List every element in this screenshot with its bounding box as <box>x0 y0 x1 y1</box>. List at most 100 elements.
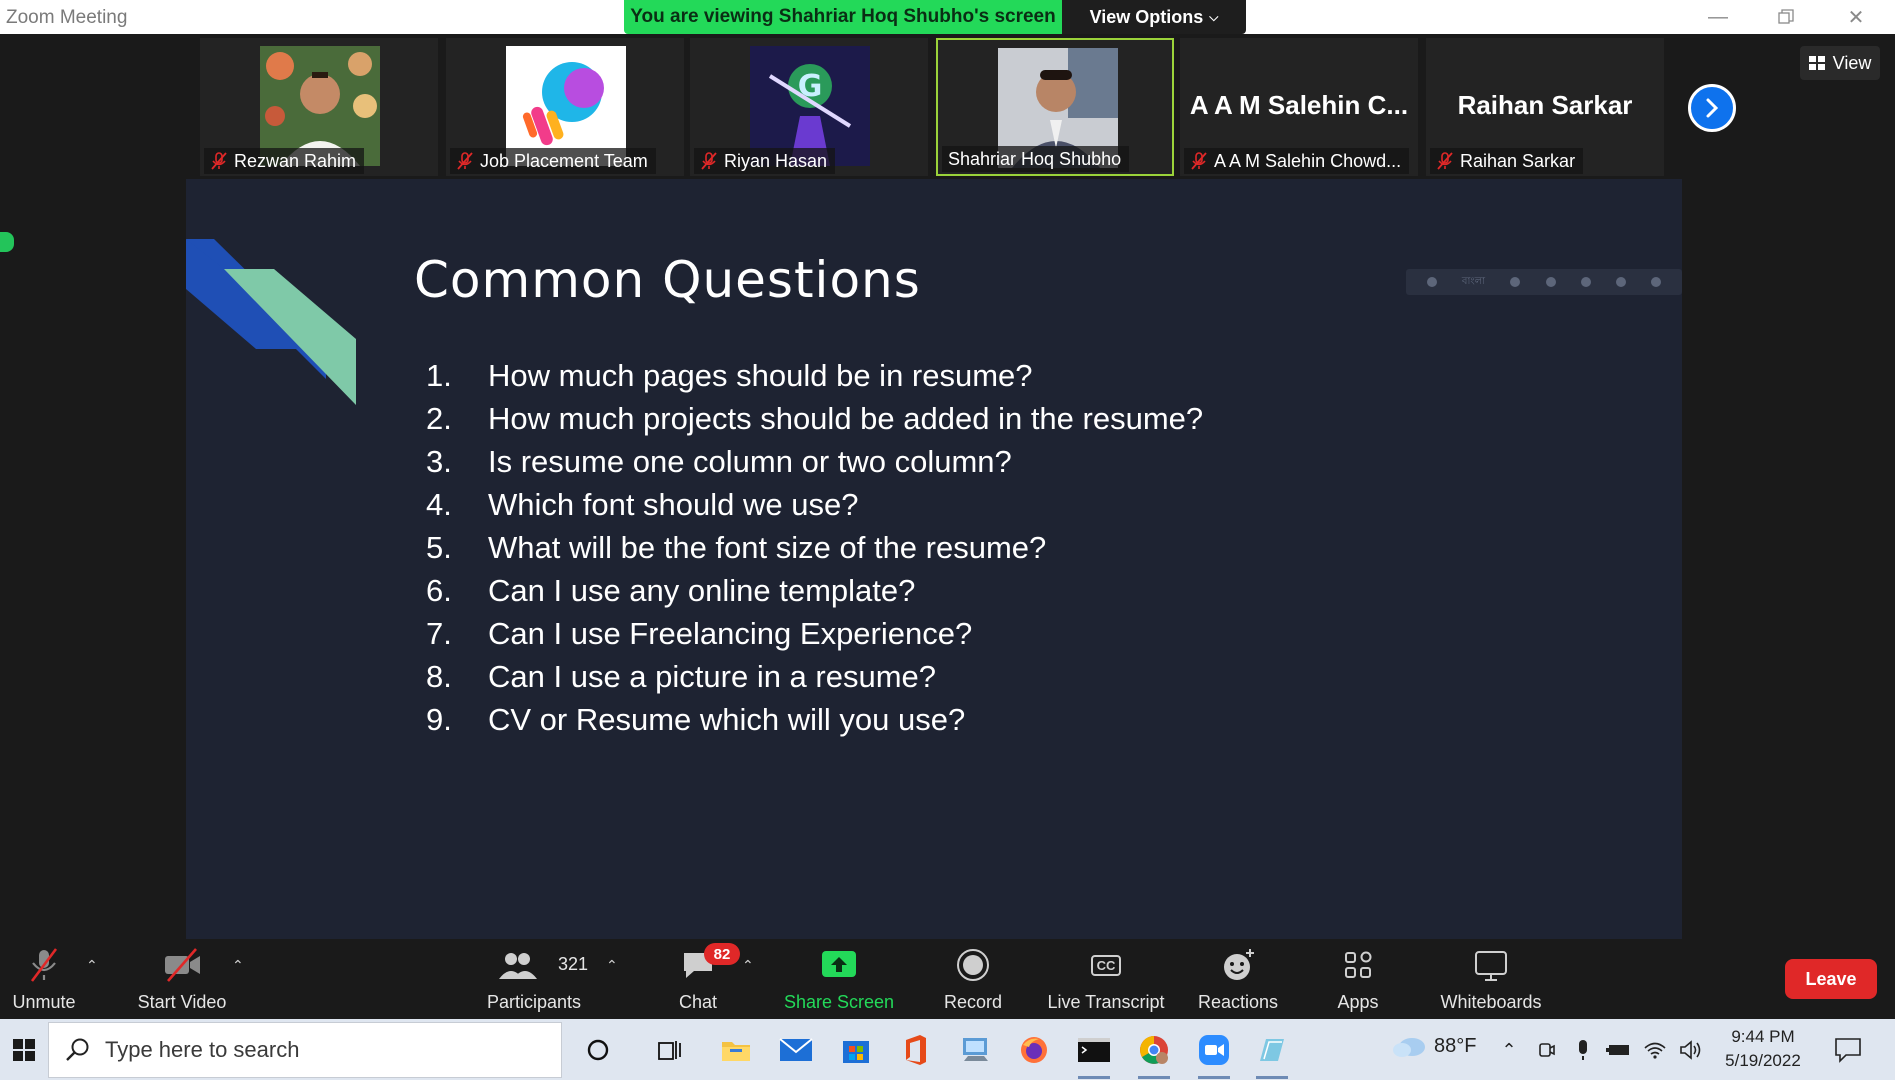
minimize-button[interactable]: — <box>1684 0 1752 34</box>
file-explorer-app[interactable] <box>712 1027 760 1073</box>
participants-icon <box>499 953 538 979</box>
zoom-app[interactable] <box>1190 1027 1238 1079</box>
mail-app[interactable] <box>772 1027 820 1073</box>
firefox-app[interactable] <box>1010 1027 1058 1073</box>
taskbar-search[interactable] <box>48 1022 562 1078</box>
video-options-caret[interactable]: ⌃ <box>232 957 244 974</box>
show-hidden-icons-button[interactable]: ⌃ <box>1496 1037 1522 1063</box>
apps-button[interactable]: Apps <box>1318 939 1398 1019</box>
muted-mic-icon <box>457 152 473 170</box>
list-item: 5. What will be the font size of the resu… <box>426 529 1047 565</box>
slide-title: Common Questions <box>414 251 921 309</box>
microphone-icon <box>1579 1040 1587 1060</box>
windows-logo-icon <box>13 1038 35 1061</box>
close-icon: ✕ <box>1847 6 1865 29</box>
audio-options-caret[interactable]: ⌃ <box>86 957 98 974</box>
participant-name-tag: Job Placement Team <box>450 148 656 174</box>
participant-tile[interactable]: Job Placement Team <box>446 38 684 176</box>
reactions-button[interactable]: Reactions <box>1190 939 1286 1019</box>
view-options-label: View Options <box>1089 6 1204 27</box>
zoom-icon <box>1199 1035 1229 1065</box>
participants-options-caret[interactable]: ⌃ <box>606 957 618 974</box>
share-screen-button[interactable]: Share Screen <box>776 939 902 1019</box>
battery-icon <box>1606 1045 1629 1055</box>
participant-tile-active[interactable]: Shahriar Hoq Shubho <box>936 38 1174 176</box>
task-view-icon <box>658 1041 681 1060</box>
participant-display-name: A A M Salehin C... <box>1189 90 1409 120</box>
meeting-toolbar: Unmute ⌃ Start Video ⌃ Participants 321 … <box>0 939 1895 1019</box>
notes-icon <box>1260 1039 1284 1061</box>
search-input[interactable] <box>105 1037 525 1063</box>
microphone-tray[interactable] <box>1570 1037 1596 1063</box>
participant-tile[interactable]: A A M Salehin C... A A M Salehin Chowd..… <box>1180 38 1418 176</box>
participant-display-name: Raihan Sarkar <box>1457 90 1633 120</box>
wifi-tray[interactable] <box>1642 1037 1668 1063</box>
next-page-button[interactable] <box>1688 84 1736 132</box>
mail-icon <box>779 1038 813 1061</box>
restore-icon <box>1778 9 1794 24</box>
reactions-icon <box>1224 949 1254 980</box>
chat-unread-badge: 82 <box>704 943 740 965</box>
chrome-app[interactable] <box>1130 1027 1178 1079</box>
clock-date: 5/19/2022 <box>1725 1051 1801 1070</box>
taskbar-clock[interactable]: 9:44 PM 5/19/2022 <box>1708 1025 1818 1073</box>
leave-button[interactable]: Leave <box>1785 959 1877 999</box>
list-item: 3. Is resume one column or two column? <box>426 443 1012 479</box>
chevron-up-icon: ⌃ <box>1501 1039 1517 1060</box>
close-button[interactable]: ✕ <box>1822 0 1890 34</box>
language-toolbar: বাংলা <box>1406 269 1682 295</box>
toolbar-dot-icon <box>1580 277 1591 287</box>
start-video-button[interactable]: Start Video <box>126 939 238 1019</box>
unmute-button[interactable]: Unmute <box>0 939 88 1019</box>
remote-desktop-app[interactable] <box>952 1027 1000 1073</box>
view-options-button[interactable]: View Options ⌵ <box>1062 0 1246 34</box>
terminal-app[interactable] <box>1070 1027 1118 1079</box>
restore-button[interactable] <box>1752 0 1820 34</box>
weather-widget[interactable]: 88°F <box>1390 1033 1476 1059</box>
task-view-button[interactable] <box>646 1027 694 1073</box>
participants-button[interactable]: Participants <box>478 939 590 1019</box>
slide-decoration <box>186 239 356 405</box>
shield-icon[interactable] <box>0 232 14 252</box>
participant-tile[interactable]: Raihan Sarkar Raihan Sarkar <box>1426 38 1664 176</box>
participant-name: Rezwan Rahim <box>234 150 357 171</box>
participant-name-tag: Shahriar Hoq Shubho <box>942 146 1130 172</box>
action-center-button[interactable] <box>1830 1035 1866 1065</box>
participant-tile[interactable]: Rezwan Rahim <box>200 38 438 176</box>
view-button[interactable]: View <box>1800 46 1880 80</box>
toolbar-dot-icon <box>1651 277 1662 287</box>
live-transcript-button[interactable]: CC Live Transcript <box>1040 939 1172 1019</box>
meet-now-button[interactable] <box>1534 1037 1560 1063</box>
volume-tray[interactable] <box>1678 1037 1704 1063</box>
chevron-right-icon <box>1706 98 1719 118</box>
chat-options-caret[interactable]: ⌃ <box>742 957 754 974</box>
office-app[interactable] <box>892 1027 940 1073</box>
cortana-button[interactable] <box>574 1027 622 1073</box>
camera-icon <box>1539 1043 1555 1057</box>
windows-taskbar: 88°F ⌃ 9:44 PM 5/19/2022 <box>0 1019 1895 1080</box>
record-button[interactable]: Record <box>930 939 1016 1019</box>
toolbar-dot-icon <box>1545 277 1556 287</box>
participant-name: A A M Salehin Chowd... <box>1214 150 1402 171</box>
list-item: 8. Can I use a picture in a resume? <box>426 658 937 694</box>
participant-tile[interactable]: G Riyan Hasan <box>690 38 928 176</box>
muted-mic-icon <box>1437 152 1453 170</box>
grid-view-icon <box>1808 56 1825 70</box>
record-icon <box>957 949 989 981</box>
participants-count: 321 <box>558 954 589 974</box>
whiteboard-icon <box>1475 951 1507 981</box>
microsoft-store-app[interactable] <box>832 1027 880 1073</box>
participant-name-tag: Raihan Sarkar <box>1430 148 1584 174</box>
muted-mic-icon <box>30 948 58 982</box>
shared-screen-slide: Common Questions 1. How much pages should… <box>186 179 1682 939</box>
battery-tray[interactable] <box>1606 1037 1632 1063</box>
notes-app[interactable] <box>1248 1027 1296 1079</box>
window-title: Zoom Meeting <box>6 7 128 28</box>
start-button[interactable] <box>0 1019 48 1080</box>
title-bar: Zoom Meeting You are viewing Shahriar Ho… <box>0 0 1895 34</box>
closed-caption-icon: CC <box>1086 947 1126 983</box>
view-label: View <box>1832 52 1872 73</box>
toolbar-dot-icon <box>1616 277 1627 287</box>
whiteboards-button[interactable]: Whiteboards <box>1428 939 1554 1019</box>
search-icon <box>66 1038 89 1061</box>
